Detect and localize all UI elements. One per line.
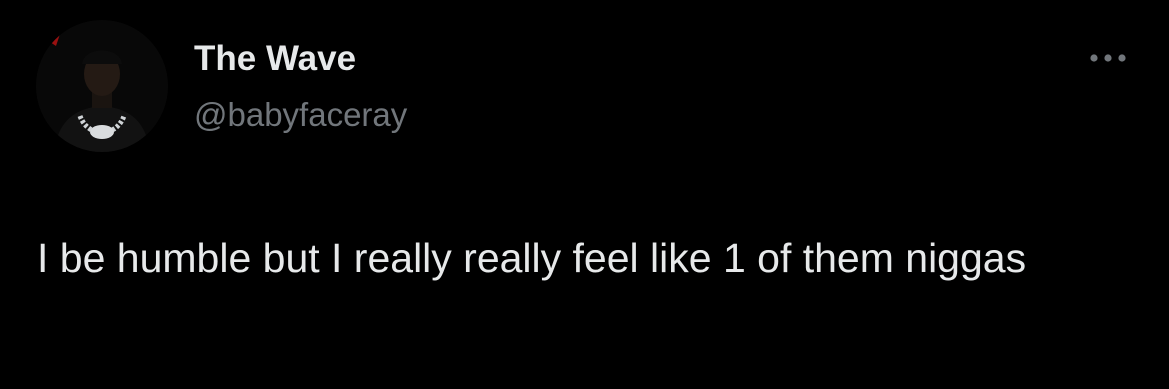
display-name[interactable]: The Wave [194, 38, 356, 80]
avatar[interactable] [36, 20, 168, 152]
more-horizontal-icon [1090, 54, 1126, 62]
tweet[interactable]: The Wave @babyfaceray I be humble but I … [0, 0, 1169, 389]
user-handle[interactable]: @babyfaceray [194, 95, 407, 135]
avatar-image [36, 20, 168, 152]
more-options-button[interactable] [1082, 42, 1134, 74]
tweet-text: I be humble but I really really feel lik… [37, 235, 1027, 281]
